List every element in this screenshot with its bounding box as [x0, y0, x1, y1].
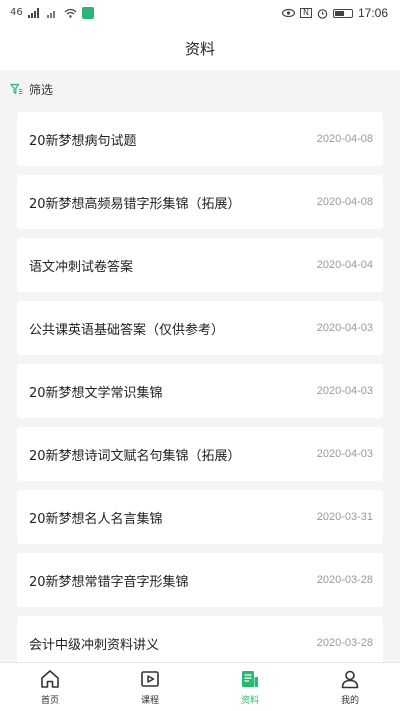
- status-right: N 17:06: [281, 6, 388, 20]
- signal-secondary-icon: [46, 11, 55, 18]
- item-date: 2020-04-03: [316, 385, 373, 397]
- wifi-icon: [64, 8, 77, 18]
- item-date: 2020-03-28: [316, 637, 373, 649]
- list-item[interactable]: 20新梦想名人名言集锦 2020-03-31: [17, 490, 383, 544]
- tab-home-label: 首页: [40, 696, 59, 706]
- item-date: 2020-04-03: [316, 448, 373, 460]
- list-item[interactable]: 20新梦想高频易错字形集锦（拓展） 2020-04-08: [17, 175, 383, 229]
- item-title: 语文冲刺试卷答案: [29, 259, 134, 275]
- tab-mine[interactable]: 我的: [300, 663, 400, 711]
- tab-home[interactable]: 首页: [0, 663, 100, 711]
- page-title: 资料: [184, 39, 215, 58]
- list-item[interactable]: 公共课英语基础答案（仅供参考） 2020-04-03: [17, 301, 383, 355]
- tab-course[interactable]: 课程: [100, 663, 200, 711]
- tab-materials-label: 资料: [240, 696, 259, 706]
- signal-strength-label: 46: [10, 7, 23, 18]
- list-item[interactable]: 20新梦想文学常识集锦 2020-04-03: [17, 364, 383, 418]
- page-header: 资料: [0, 26, 400, 70]
- item-title: 会计中级冲刺资料讲义: [29, 637, 160, 653]
- item-title: 20新梦想诗词文赋名句集锦（拓展）: [29, 448, 241, 464]
- bottom-tab-bar: 首页 课程 资料 我的: [0, 662, 400, 711]
- item-title: 20新梦想病句试题: [29, 133, 137, 149]
- status-bar: 46 N 17:06: [0, 0, 400, 26]
- item-date: 2020-04-04: [316, 259, 373, 271]
- tab-materials[interactable]: 资料: [200, 663, 300, 711]
- alarm-icon: [317, 8, 328, 19]
- app-notification-icon: [81, 7, 94, 19]
- play-course-icon: [141, 671, 159, 687]
- item-date: 2020-04-08: [316, 196, 373, 208]
- item-title: 公共课英语基础答案（仅供参考）: [29, 322, 225, 338]
- item-title: 20新梦想文学常识集锦: [29, 385, 163, 401]
- item-title: 20新梦想常错字音字形集锦: [29, 574, 189, 590]
- filter-button[interactable]: 筛选: [0, 70, 400, 108]
- list-item[interactable]: 20新梦想诗词文赋名句集锦（拓展） 2020-04-03: [17, 427, 383, 481]
- material-list: 20新梦想病句试题 2020-04-08 20新梦想高频易错字形集锦（拓展） 2…: [0, 108, 400, 670]
- item-date: 2020-04-03: [316, 322, 373, 334]
- list-item[interactable]: 20新梦想常错字音字形集锦 2020-03-28: [17, 553, 383, 607]
- tab-mine-label: 我的: [340, 696, 359, 706]
- item-date: 2020-03-31: [316, 511, 373, 523]
- tab-course-label: 课程: [140, 696, 159, 706]
- home-icon: [41, 670, 59, 688]
- status-time: 17:06: [357, 6, 388, 20]
- item-date: 2020-04-08: [316, 133, 373, 145]
- item-title: 20新梦想名人名言集锦: [29, 511, 163, 527]
- filter-label: 筛选: [29, 82, 54, 97]
- document-icon: [242, 671, 258, 687]
- user-icon: [341, 670, 359, 689]
- battery-icon: [332, 8, 353, 18]
- list-item[interactable]: 20新梦想病句试题 2020-04-08: [17, 112, 383, 166]
- eye-icon: [281, 8, 295, 18]
- list-item[interactable]: 语文冲刺试卷答案 2020-04-04: [17, 238, 383, 292]
- status-left: 46: [10, 7, 94, 19]
- item-date: 2020-03-28: [316, 574, 373, 586]
- filter-icon: [10, 83, 23, 94]
- item-title: 20新梦想高频易错字形集锦（拓展）: [29, 196, 241, 212]
- nfc-icon: N: [299, 8, 312, 18]
- signal-icon: [27, 8, 39, 18]
